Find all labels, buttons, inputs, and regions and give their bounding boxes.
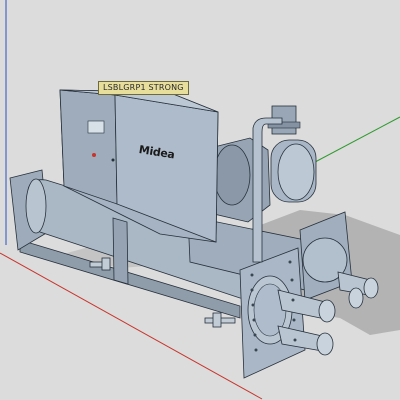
motor-end bbox=[213, 144, 251, 206]
middle-flange bbox=[112, 217, 129, 285]
model-tag-label: LSBLGRP1 STRONG bbox=[98, 81, 189, 95]
modeling-viewport[interactable]: LSBLGRP1 STRONG Midea bbox=[0, 0, 400, 400]
evaporator-left-cap bbox=[25, 178, 47, 234]
scene-3d[interactable] bbox=[0, 0, 400, 400]
